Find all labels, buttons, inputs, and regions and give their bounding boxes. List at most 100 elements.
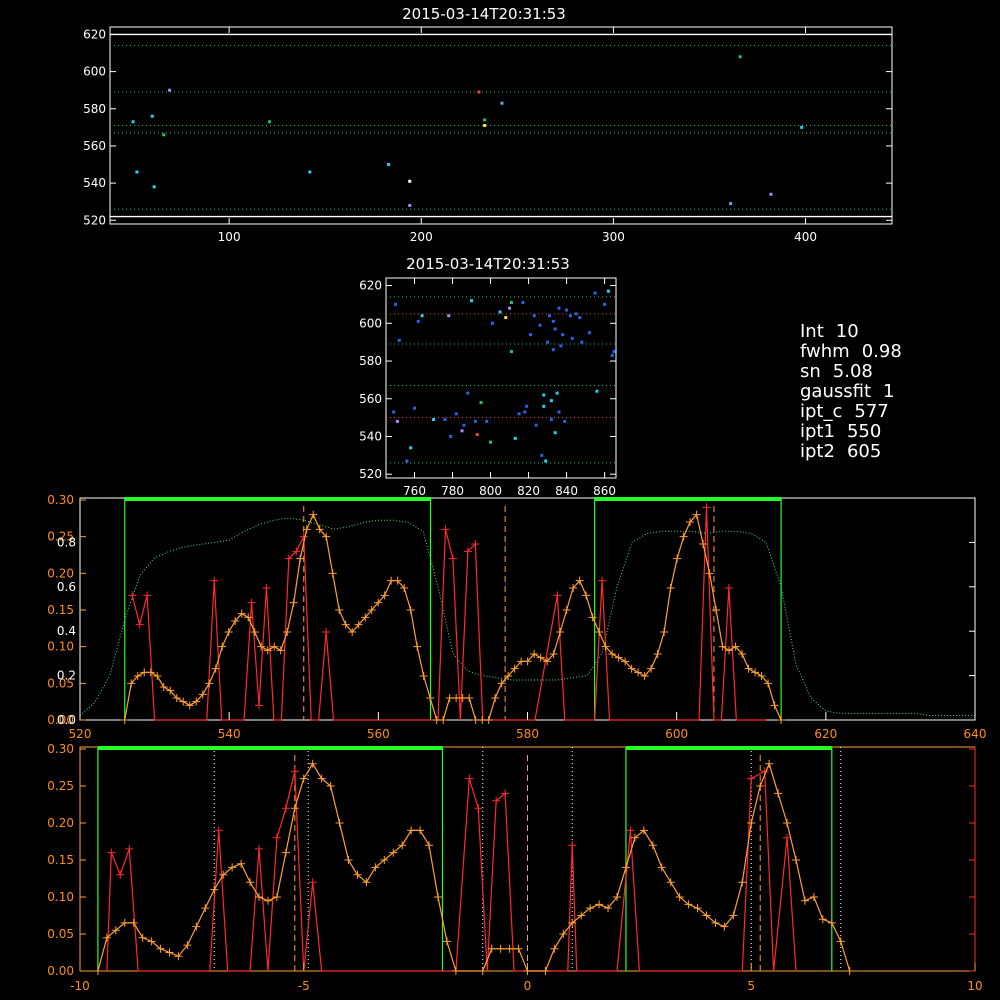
doppler-orange-marker	[845, 967, 854, 975]
doppler-orange-marker	[747, 819, 756, 827]
spectrum-orange-marker	[536, 653, 545, 662]
spectrum-red-marker	[322, 628, 331, 636]
doppler-orange-marker	[442, 937, 451, 946]
middle-image-point	[587, 331, 591, 335]
top-image-point	[308, 170, 312, 174]
spectrum-red-marker	[135, 620, 144, 629]
doppler-orange-marker	[344, 856, 353, 864]
middle-image-point	[397, 338, 401, 342]
spectrum-orange-marker	[289, 598, 298, 607]
spectrum-orange-marker	[484, 716, 493, 724]
middle-image-point	[447, 314, 451, 318]
middle-image-point	[525, 404, 529, 408]
spectrum-orange-marker	[556, 628, 565, 636]
info-label: ipt_c	[800, 401, 843, 422]
spectrum-red-marker	[724, 584, 733, 592]
figure-canvas: 2015-03-14T20:31:53 100 200 300 40052054056…	[47, 5, 987, 993]
doppler-orange-marker	[657, 863, 666, 872]
spectrum-orange-marker	[426, 694, 435, 702]
middle-image-point	[479, 401, 483, 405]
top-image-point	[131, 120, 135, 124]
doppler-orange-marker	[263, 896, 272, 905]
middle-image-point	[489, 440, 493, 444]
middle-image-point	[454, 412, 458, 416]
doppler-orange-marker	[237, 859, 246, 868]
spectrum-red-marker	[210, 576, 219, 585]
info-row: ipt_c 577	[800, 402, 902, 422]
top-image-point	[408, 203, 412, 207]
info-row: Int 10	[800, 322, 902, 342]
spectrum-green-series	[79, 517, 975, 717]
doppler-orange-marker	[478, 967, 487, 975]
doppler-orange-marker	[648, 841, 657, 850]
doppler-red-marker	[281, 804, 290, 813]
spectrum-orange-marker	[250, 628, 259, 636]
doppler-orange-marker	[425, 841, 434, 850]
doppler-red-marker	[107, 848, 116, 857]
middle-image-point	[409, 446, 413, 450]
spectrum-red-marker	[255, 701, 263, 710]
spectrum-red-marker	[441, 525, 450, 534]
doppler-orange-marker	[281, 848, 290, 857]
middle-image-point	[538, 323, 542, 327]
middle-image-point	[580, 340, 584, 344]
middle-image-ytick-label: 580	[359, 354, 382, 368]
doppler-orange-marker	[138, 933, 147, 942]
spectrum-orange-marker	[224, 628, 233, 636]
spectrum-orange-marker	[634, 668, 643, 677]
doppler-orange-marker	[765, 759, 774, 768]
middle-image-point	[553, 431, 557, 435]
doppler-xtick-label: 0	[524, 979, 532, 993]
middle-image-point	[460, 429, 464, 433]
spectrum-orange-marker	[159, 683, 168, 691]
top-image-point	[387, 163, 391, 167]
middle-image-point	[443, 418, 447, 422]
top-image-point	[152, 185, 156, 189]
info-value: 10	[835, 321, 859, 342]
middle-image-xtick-label: 780	[441, 484, 464, 498]
middle-image-point	[542, 404, 546, 408]
top-image-point	[483, 124, 487, 127]
doppler-orange-marker	[129, 918, 138, 927]
spectrum-xtick-label: 640	[964, 727, 987, 741]
doppler-ytick-label: 0.10	[47, 890, 74, 904]
middle-image-ytick-label: 560	[359, 392, 382, 406]
doppler-orange-marker	[201, 904, 210, 913]
middle-image-ytick-label: 520	[359, 467, 382, 481]
doppler-red-series	[106, 770, 797, 972]
doppler-red-marker	[568, 841, 577, 850]
middle-image-point	[508, 306, 512, 310]
top-image-point	[162, 133, 166, 137]
spectrum-orange-marker	[751, 668, 760, 677]
doppler-orange-marker	[595, 900, 604, 909]
spectrum-xtick-label: 540	[218, 727, 241, 741]
spectrum-ytick-white-label: 0.6	[57, 580, 76, 594]
top-image-ytick-label: 580	[83, 102, 106, 116]
middle-image-point	[557, 410, 561, 414]
top-image-xtick-label: 400	[794, 230, 817, 244]
doppler-red-marker	[465, 774, 474, 783]
spectrum-orange-marker	[120, 716, 129, 724]
middle-image-point	[395, 419, 399, 423]
spectrum-orange-marker	[179, 697, 188, 706]
spectrum-orange-marker	[712, 606, 721, 614]
doppler-ytick-label: 0.25	[47, 779, 74, 793]
middle-image-panel: 2015-03-14T20:31:53 760 780 800 820 840 860 52…	[359, 255, 617, 498]
spectrum-orange-series	[124, 513, 782, 721]
info-label: fwhm	[800, 341, 850, 362]
spectrum-orange-marker	[218, 642, 227, 651]
spectrum-xtick-label: 520	[69, 727, 92, 741]
spectrum-red-marker	[262, 584, 271, 592]
top-image-point	[500, 101, 504, 105]
doppler-orange-marker	[308, 759, 317, 768]
middle-image-point	[392, 410, 396, 414]
top-image-point	[800, 125, 804, 129]
doppler-orange-marker	[210, 885, 219, 894]
spectrum-orange-marker	[465, 694, 474, 702]
top-image-xtick-label: 300	[602, 230, 625, 244]
info-label: Int	[800, 321, 824, 342]
info-value: 577	[854, 401, 889, 422]
doppler-orange-marker	[550, 944, 559, 953]
middle-image-point	[606, 289, 610, 293]
doppler-orange-marker	[836, 937, 845, 946]
